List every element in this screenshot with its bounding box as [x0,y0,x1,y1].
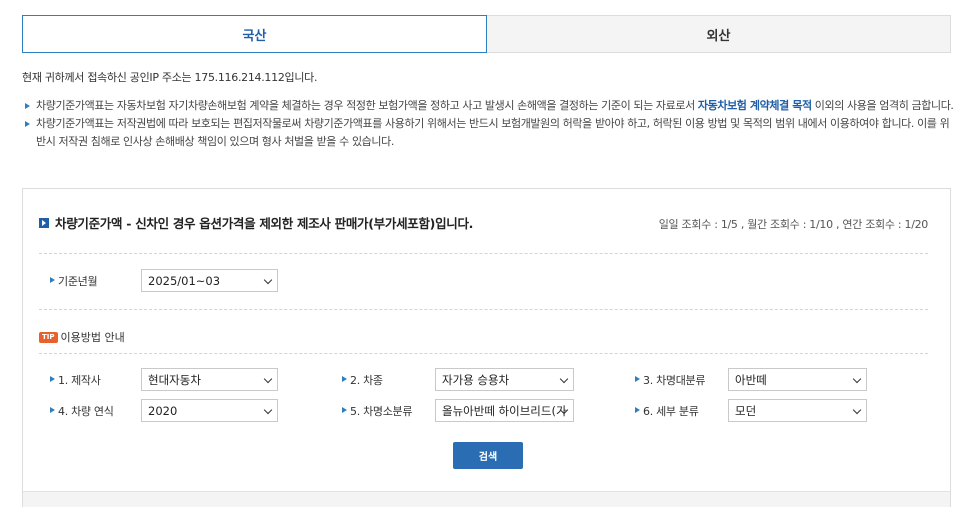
maker-select[interactable]: 현대자동차 [141,368,278,391]
notice-text: 이외의 사용을 엄격히 금합니다. [811,99,954,112]
select-value: 2025/01~03 [148,273,221,288]
model-minor-select[interactable]: 올뉴아반떼 하이브리드(가 [435,399,574,422]
notice-text: 차량기준가액표는 자동차보험 자기차량손해보험 계약을 체결하는 경우 적정한 … [36,99,698,112]
select-value: 모던 [735,403,757,418]
tip-badge: TIP [39,331,58,343]
chevron-down-icon [852,405,862,415]
heading-marker-icon [39,217,49,228]
maker-label: 1. 제작사 [49,372,101,388]
select-value: 자가용 승용차 [442,372,510,387]
panel-title: 차량기준가액 - 신차인 경우 옵션가격을 제외한 제조사 판매가(부가세포함)… [55,216,474,231]
model-major-select[interactable]: 아반떼 [728,368,867,391]
ip-notice: 현재 귀하께서 접속하신 공인IP 주소는 175.116.214.112입니다… [22,71,318,84]
chevron-down-icon [263,405,273,415]
car-year-label: 4. 차량 연식 [49,403,114,419]
panel-footer [23,491,950,507]
model-minor-label: 5. 차명소분류 [341,403,413,419]
chevron-down-icon [852,374,862,384]
notice-list: 차량기준가액표는 자동차보험 자기차량손해보험 계약을 체결하는 경우 적정한 … [22,97,954,151]
divider [39,353,928,354]
notice-item-usage: 차량기준가액표는 자동차보험 자기차량손해보험 계약을 체결하는 경우 적정한 … [22,97,954,115]
chevron-down-icon [263,374,273,384]
base-month-label: 기준년월 [49,273,98,289]
detail-class-select[interactable]: 모던 [728,399,867,422]
usage-guide[interactable]: TIP 이용방법 안내 [39,329,125,345]
notice-highlight: 자동차보험 계약체결 목적 [697,99,812,112]
notice-text: 차량기준가액표는 저작권법에 따라 보호되는 편집저작물로써 차량기준가액표를 … [36,117,950,148]
chevron-down-icon [559,374,569,384]
tab-imported[interactable]: 외산 [487,15,951,53]
select-value: 현대자동차 [148,372,201,387]
select-value: 올뉴아반떼 하이브리드(가 [442,403,567,418]
base-month-select[interactable]: 2025/01~03 [141,269,278,292]
chevron-down-icon [263,275,273,285]
usage-guide-label: 이용방법 안내 [60,331,125,344]
view-counts: 일일 조회수 : 1/5 , 월간 조회수 : 1/10 , 연간 조회수 : … [658,218,929,231]
car-type-label: 2. 차종 [341,372,383,388]
search-button[interactable]: 검색 [453,442,523,469]
car-type-select[interactable]: 자가용 승용차 [435,368,574,391]
select-value: 2020 [148,403,178,418]
select-value: 아반떼 [735,372,767,387]
panel-heading: 차량기준가액 - 신차인 경우 옵션가격을 제외한 제조사 판매가(부가세포함)… [39,213,473,232]
notice-item-copyright: 차량기준가액표는 저작권법에 따라 보호되는 편집저작물로써 차량기준가액표를 … [22,115,954,151]
search-panel: 차량기준가액 - 신차인 경우 옵션가격을 제외한 제조사 판매가(부가세포함)… [22,188,951,507]
origin-tabs: 국산 외산 [22,15,951,53]
divider [39,309,928,310]
car-year-select[interactable]: 2020 [141,399,278,422]
detail-class-label: 6. 세부 분류 [634,403,699,419]
model-major-label: 3. 차명대분류 [634,372,706,388]
divider [39,253,928,254]
tab-domestic[interactable]: 국산 [22,15,487,53]
